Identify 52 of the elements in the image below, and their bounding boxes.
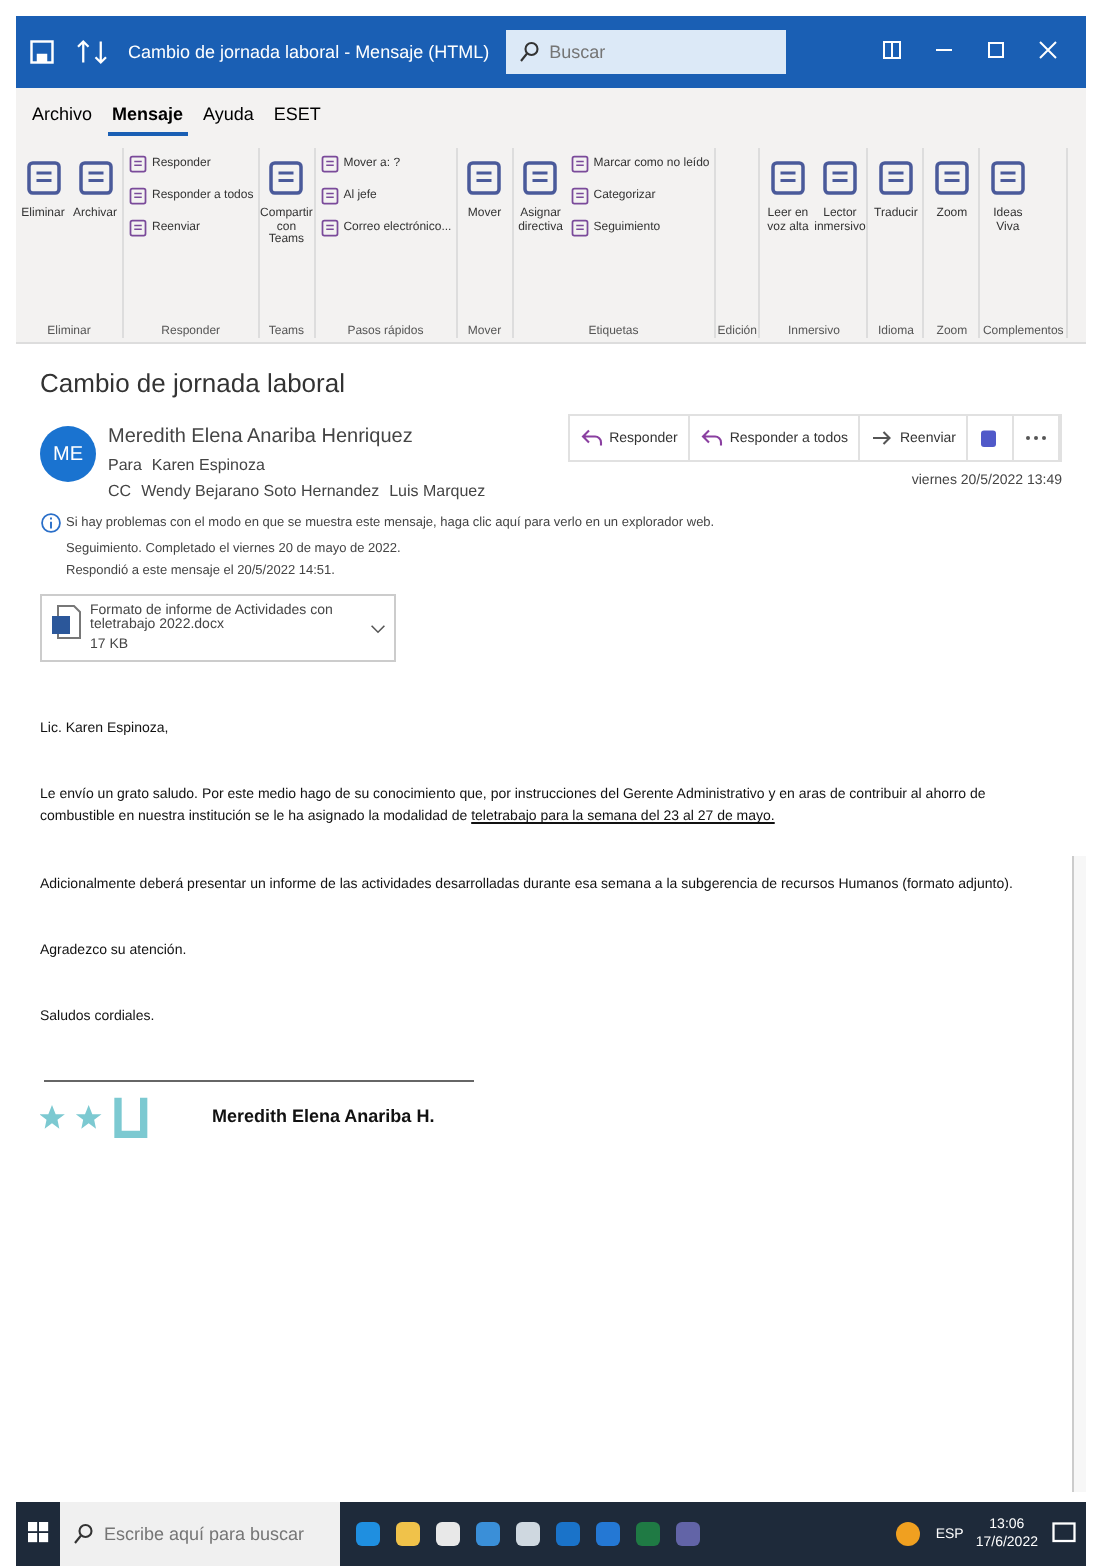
command-icon — [319, 154, 340, 174]
command-icon — [319, 186, 340, 206]
signature-name: Meredith Elena Anariba H. — [212, 1106, 435, 1127]
search-icon — [517, 40, 542, 64]
save-icon — [28, 38, 56, 66]
notification-icon — [1050, 1520, 1078, 1548]
command-icon — [569, 154, 590, 174]
command-icon — [128, 218, 148, 238]
logo-drawing — [40, 1094, 152, 1139]
search-icon — [72, 1522, 96, 1546]
forward-arrow-icon — [869, 426, 894, 450]
taskbar-search-field[interactable]: Escribe aquí para buscar — [60, 1502, 340, 1566]
app-icon — [472, 1518, 504, 1550]
command-icon — [128, 154, 148, 174]
panel-icon — [882, 39, 902, 59]
app-icon — [552, 1518, 584, 1550]
app-icon — [512, 1518, 544, 1550]
ribbon-tab[interactable]: Ayuda — [199, 100, 258, 136]
command-icon — [319, 218, 340, 238]
app-icon — [632, 1518, 664, 1550]
app-icon — [432, 1518, 464, 1550]
app-icon — [592, 1518, 624, 1550]
up-down-arrows-icon — [72, 38, 112, 66]
command-icon — [128, 186, 148, 206]
windows-logo-icon — [28, 1522, 50, 1544]
command-icon — [569, 218, 590, 238]
app-icon — [392, 1518, 424, 1550]
chevron-down-icon — [370, 623, 386, 633]
word-document-icon — [50, 604, 82, 640]
recipient-label: CC — [108, 482, 132, 500]
maximize-icon — [986, 39, 1006, 59]
search-field[interactable]: Buscar — [505, 30, 786, 74]
reply-arrow-icon — [579, 426, 604, 450]
sender-name: Meredith Elena Anariba Henriquez — [108, 426, 415, 448]
recipient-name[interactable]: Luis Marquez — [389, 482, 486, 500]
ribbon-tab[interactable]: Mensaje — [108, 100, 188, 136]
info-icon — [40, 512, 62, 534]
reply-arrow-icon — [699, 426, 724, 450]
recipient-name[interactable]: Wendy Bejarano Soto Hernandez — [141, 482, 380, 500]
avatar-circle: ME — [40, 426, 96, 482]
ribbon-tab[interactable]: Archivo — [28, 100, 97, 136]
more-icon — [1024, 434, 1048, 442]
close-icon — [1038, 39, 1058, 59]
app-icon — [352, 1518, 384, 1550]
ribbon-tab[interactable]: ESET — [269, 100, 325, 136]
command-icon — [569, 186, 590, 206]
scrollbar[interactable] — [1072, 856, 1086, 1492]
app-icon — [672, 1518, 704, 1550]
recipient-label: Para — [108, 456, 142, 474]
window-title: Cambio de jornada laboral - Mensaje (HTML) — [128, 42, 490, 62]
email-subject: Cambio de jornada laboral — [40, 368, 347, 398]
recipient-name[interactable]: Karen Espinoza — [151, 456, 265, 474]
